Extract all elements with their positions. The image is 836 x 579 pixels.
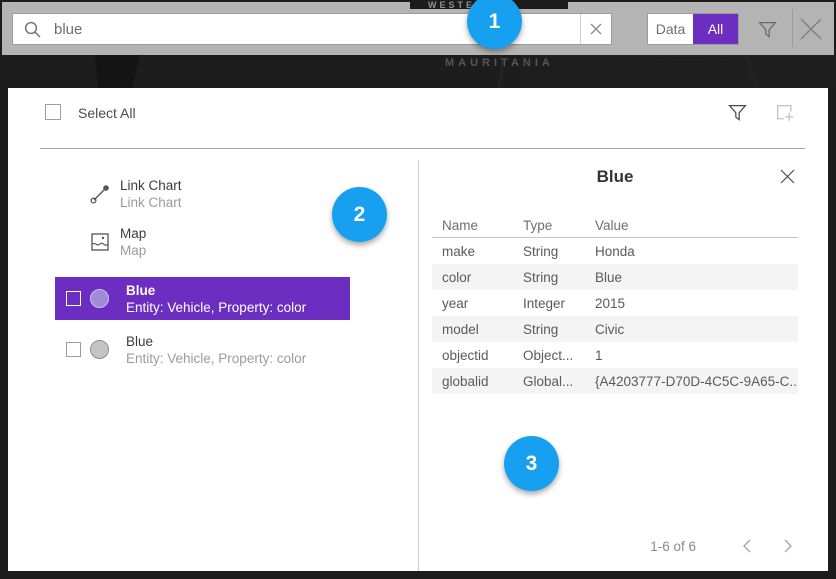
- table-header-row: Name Type Value: [432, 216, 798, 238]
- toolbar-divider: [792, 9, 793, 47]
- column-header-name: Name: [442, 218, 523, 233]
- detail-close-icon[interactable]: [778, 167, 796, 185]
- header-divider: [40, 148, 805, 149]
- result-subtitle: Entity: Vehicle, Property: color: [126, 299, 306, 316]
- cell-type: Global...: [523, 374, 595, 389]
- cell-name: make: [442, 244, 523, 259]
- map-icon: [88, 232, 112, 252]
- toggle-option-data[interactable]: Data: [648, 14, 693, 44]
- table-row: objectid Object... 1: [432, 342, 798, 368]
- cell-type: Object...: [523, 348, 595, 363]
- select-all-checkbox[interactable]: [45, 104, 61, 120]
- search-icon: [24, 21, 41, 38]
- result-title: Link Chart: [120, 177, 182, 194]
- table-row: color String Blue: [432, 264, 798, 290]
- result-checkbox[interactable]: [66, 291, 81, 306]
- cell-name: objectid: [442, 348, 523, 363]
- cell-value: Honda: [595, 244, 798, 259]
- annotation-callout-2: 2: [332, 187, 387, 242]
- cell-value: Blue: [595, 270, 798, 285]
- entity-circle-icon: [90, 289, 109, 308]
- pagination: 1-6 of 6: [650, 534, 800, 558]
- cell-value: 1: [595, 348, 798, 363]
- panel-filter-icon[interactable]: [725, 100, 749, 124]
- column-header-type: Type: [523, 218, 595, 233]
- clear-search-button[interactable]: [580, 14, 611, 44]
- result-subtitle: Entity: Vehicle, Property: color: [126, 350, 306, 367]
- cell-value: 2015: [595, 296, 798, 311]
- screenshot-root: MAURITANIA blue Data All WESTERN Select …: [0, 0, 836, 579]
- data-all-toggle: Data All: [647, 13, 739, 45]
- results-panel: Select All Link Chart Link Chart Map M: [8, 88, 828, 571]
- column-header-value: Value: [595, 218, 798, 233]
- list-item-blue[interactable]: Blue Entity: Vehicle, Property: color: [55, 328, 350, 371]
- result-subtitle: Link Chart: [120, 194, 182, 211]
- cell-name: color: [442, 270, 523, 285]
- cell-name: globalid: [442, 374, 523, 389]
- cell-value: Civic: [595, 322, 798, 337]
- result-title: Blue: [126, 282, 306, 299]
- cell-name: year: [442, 296, 523, 311]
- add-to-selection-icon[interactable]: [772, 100, 796, 124]
- search-query-text: blue: [54, 21, 82, 38]
- previous-page-icon[interactable]: [735, 534, 759, 558]
- table-row: make String Honda: [432, 238, 798, 264]
- table-row: globalid Global... {A4203777-D70D-4C5C-9…: [432, 368, 798, 394]
- filter-icon[interactable]: [755, 17, 779, 41]
- cell-type: String: [523, 270, 595, 285]
- result-title: Blue: [126, 333, 306, 350]
- result-title: Map: [120, 225, 146, 242]
- pagination-label: 1-6 of 6: [650, 539, 696, 554]
- entity-circle-icon: [90, 340, 109, 359]
- map-label-mauritania: MAURITANIA: [445, 57, 554, 69]
- cell-type: String: [523, 244, 595, 259]
- table-row: year Integer 2015: [432, 290, 798, 316]
- annotation-callout-3: 3: [504, 436, 559, 491]
- next-page-icon[interactable]: [776, 534, 800, 558]
- result-subtitle: Map: [120, 242, 146, 259]
- panel-vertical-divider: [418, 160, 419, 571]
- detail-title: Blue: [432, 167, 798, 187]
- attribute-table: Name Type Value make String Honda color …: [432, 216, 798, 394]
- table-row: model String Civic: [432, 316, 798, 342]
- search-input[interactable]: blue: [12, 13, 612, 45]
- cell-value: {A4203777-D70D-4C5C-9A65-C...: [595, 374, 798, 389]
- result-checkbox[interactable]: [66, 342, 81, 357]
- link-chart-icon: [88, 183, 112, 205]
- select-all-label: Select All: [78, 105, 136, 121]
- list-item-blue-selected[interactable]: Blue Entity: Vehicle, Property: color: [55, 277, 350, 320]
- toggle-option-all[interactable]: All: [693, 14, 738, 44]
- search-toolbar: blue Data All: [2, 2, 834, 55]
- cell-name: model: [442, 322, 523, 337]
- cell-type: Integer: [523, 296, 595, 311]
- close-search-icon[interactable]: [797, 15, 825, 43]
- cell-type: String: [523, 322, 595, 337]
